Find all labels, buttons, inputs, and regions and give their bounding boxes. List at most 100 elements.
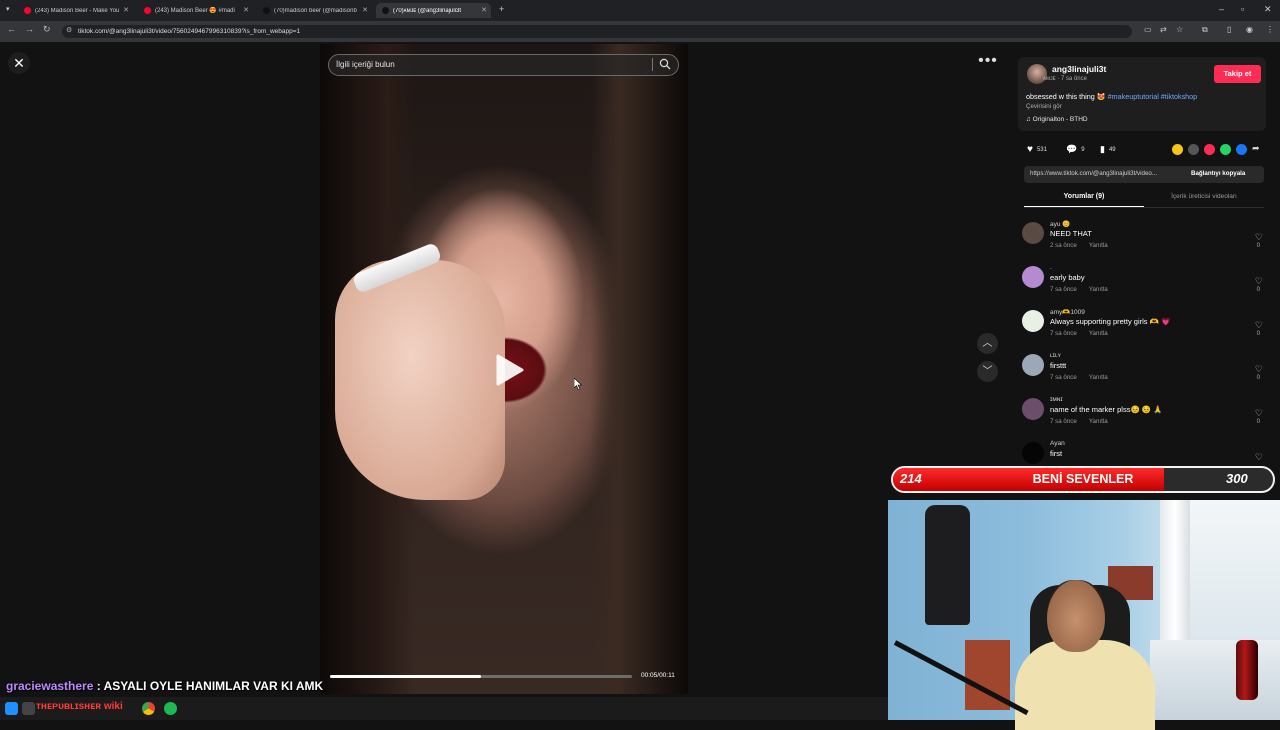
webcam-jacket [925, 505, 970, 625]
comment-meta: 2 sa önce Yanıtla [1050, 242, 1108, 249]
browser-tab[interactable]: (70)madison beer (@madisonb ✕ [257, 3, 372, 18]
comment-item: ɪᴍɴɪ name of the marker plss😣 😣 🙏 7 sa önc… [1022, 396, 1268, 440]
comment-avatar[interactable] [1022, 310, 1044, 332]
comment-like-icon[interactable]: ♡ [1255, 232, 1263, 243]
window-close-icon[interactable]: ✕ [1264, 4, 1272, 15]
extensions-icon[interactable]: ⧉ [1202, 25, 1208, 35]
forward-icon[interactable]: → [25, 24, 34, 34]
reload-icon[interactable]: ↻ [43, 24, 51, 35]
comment-like-icon[interactable]: ♡ [1255, 320, 1263, 331]
tab-close-icon[interactable]: ✕ [481, 6, 487, 14]
webcam-bed [1150, 640, 1280, 720]
webcam-bottle [1236, 640, 1258, 700]
share-arrow-icon[interactable]: ➦ [1252, 143, 1260, 154]
caption-hashtags[interactable]: #makeuptutorial #tiktokshop [1108, 92, 1198, 101]
whatsapp-icon[interactable] [1220, 144, 1231, 155]
sidebar-icon[interactable]: ▯ [1227, 25, 1231, 34]
bookmark-icon: ▮ [1100, 144, 1105, 154]
comment-meta: 7 sa önce Yanıtla [1050, 374, 1108, 381]
comment-time: 7 sa önce [1050, 330, 1077, 337]
comment-text: NEED THAT [1050, 229, 1092, 238]
taskbar-app-icon[interactable] [22, 702, 35, 715]
heart-icon: ♥ [1027, 144, 1033, 155]
emoji-share-icon[interactable] [1172, 144, 1183, 155]
goal-title: BENİ SEVENLER [1032, 472, 1134, 486]
next-video-button[interactable]: ﹀ [977, 361, 998, 382]
tab-favicon-icon [144, 7, 151, 14]
comment-text: firsttt [1050, 361, 1067, 370]
more-options-icon[interactable]: ••• [976, 53, 1000, 74]
profile-icon[interactable]: ◉ [1246, 25, 1253, 34]
bookmark-star-icon[interactable]: ☆ [1176, 25, 1183, 34]
comment-username[interactable]: Ayan [1050, 440, 1065, 447]
comment-username[interactable]: . [1050, 264, 1052, 271]
minimize-icon[interactable]: – [1219, 4, 1224, 14]
send-friends-icon[interactable] [1204, 144, 1215, 155]
see-translation-link[interactable]: Çevirisini gör [1026, 103, 1062, 110]
back-icon[interactable]: ← [7, 24, 16, 34]
reply-link[interactable]: Yanıtla [1089, 286, 1108, 293]
tab-close-icon[interactable]: ✕ [243, 6, 249, 14]
save-stat[interactable]: ▮ 49 [1100, 144, 1116, 155]
taskbar [0, 697, 888, 720]
chat-text: : ASYALI OYLE HANIMLAR VAR KI AMK [93, 679, 324, 693]
goal-current: 214 [900, 471, 922, 486]
copy-link-button[interactable]: Bağlantıyı kopyala [1191, 170, 1245, 177]
comment-avatar[interactable] [1022, 398, 1044, 420]
follow-button[interactable]: Takip et [1214, 65, 1261, 83]
url-field[interactable]: tiktok.com/@ang3linajuli3t/video/7560249… [62, 25, 1132, 38]
chrome-icon[interactable] [142, 702, 155, 715]
search-icon[interactable] [659, 58, 671, 70]
tab-creator-videos[interactable]: İçerik üreticisi videoları [1144, 193, 1264, 200]
comment-time: 7 sa önce [1050, 286, 1077, 293]
browser-tab[interactable]: (243) Madison Beer 😍 #madi ✕ [138, 3, 253, 18]
comment-like-icon[interactable]: ♡ [1255, 276, 1263, 287]
taskbar-app-icon[interactable] [5, 702, 18, 715]
new-tab-button[interactable]: + [499, 4, 504, 14]
install-icon[interactable]: ▭ [1144, 25, 1152, 34]
tab-close-icon[interactable]: ✕ [123, 6, 129, 14]
like-stat[interactable]: ♥ 531 [1027, 144, 1047, 155]
comment-avatar[interactable] [1022, 442, 1044, 464]
maximize-icon[interactable]: ▫ [1241, 4, 1244, 14]
author-name[interactable]: ang3linajuli3t [1052, 64, 1106, 74]
site-info-icon[interactable]: ⚙ [66, 26, 72, 34]
tab-search-icon[interactable]: ▾ [6, 5, 10, 13]
tab-close-icon[interactable]: ✕ [362, 6, 368, 14]
menu-icon[interactable]: ⋮ [1266, 25, 1274, 34]
comment-avatar[interactable] [1022, 354, 1044, 376]
previous-video-button[interactable]: ︿ [977, 333, 998, 354]
close-video-button[interactable]: ✕ [8, 52, 30, 74]
translate-icon[interactable]: ⇄ [1160, 25, 1167, 34]
comment-like-icon[interactable]: ♡ [1255, 408, 1263, 419]
comment-username[interactable]: ayu 😊 [1050, 220, 1070, 228]
facebook-icon[interactable] [1236, 144, 1247, 155]
comment-username[interactable]: amy🫶1009 [1050, 308, 1085, 316]
comment-text: early baby [1050, 273, 1085, 282]
browser-tab[interactable]: (70)ᴀᴍᴊᴇ (@ang3linajuli3t ✕ [376, 3, 491, 18]
comment-username[interactable]: ʟɪʟʏ [1050, 352, 1061, 359]
reply-link[interactable]: Yanıtla [1089, 242, 1108, 249]
play-icon[interactable] [490, 352, 526, 388]
video-link[interactable]: https://www.tiktok.com/@ang3linajuli3t/v… [1030, 170, 1157, 177]
reply-link[interactable]: Yanıtla [1089, 374, 1108, 381]
tab-comments[interactable]: Yorumlar (9) [1024, 193, 1144, 200]
comment-meta: 7 sa önce Yanıtla [1050, 330, 1108, 337]
comment-stat[interactable]: 💬 9 [1066, 144, 1085, 155]
sound-link[interactable]: ♫ Originalton - BTHD [1026, 116, 1088, 123]
comment-avatar[interactable] [1022, 222, 1044, 244]
tab-divider [1024, 207, 1264, 208]
webcam-person-head [1047, 580, 1105, 652]
spotify-icon[interactable] [164, 702, 177, 715]
tab-label: (70)ᴀᴍᴊᴇ (@ang3linajuli3t [393, 7, 462, 14]
comment-like-icon[interactable]: ♡ [1255, 364, 1263, 375]
browser-tab[interactable]: (243) Madison Beer - Make You ✕ [18, 3, 133, 18]
reply-link[interactable]: Yanıtla [1089, 330, 1108, 337]
comment-like-icon[interactable]: ♡ [1255, 452, 1263, 463]
comment-avatar[interactable] [1022, 266, 1044, 288]
video-frame-shade-right [590, 44, 688, 694]
related-search-placeholder: İlgili içeriği bulun [336, 60, 395, 69]
reply-link[interactable]: Yanıtla [1089, 418, 1108, 425]
embed-icon[interactable] [1188, 144, 1199, 155]
comment-username[interactable]: ɪᴍɴɪ [1050, 396, 1063, 403]
